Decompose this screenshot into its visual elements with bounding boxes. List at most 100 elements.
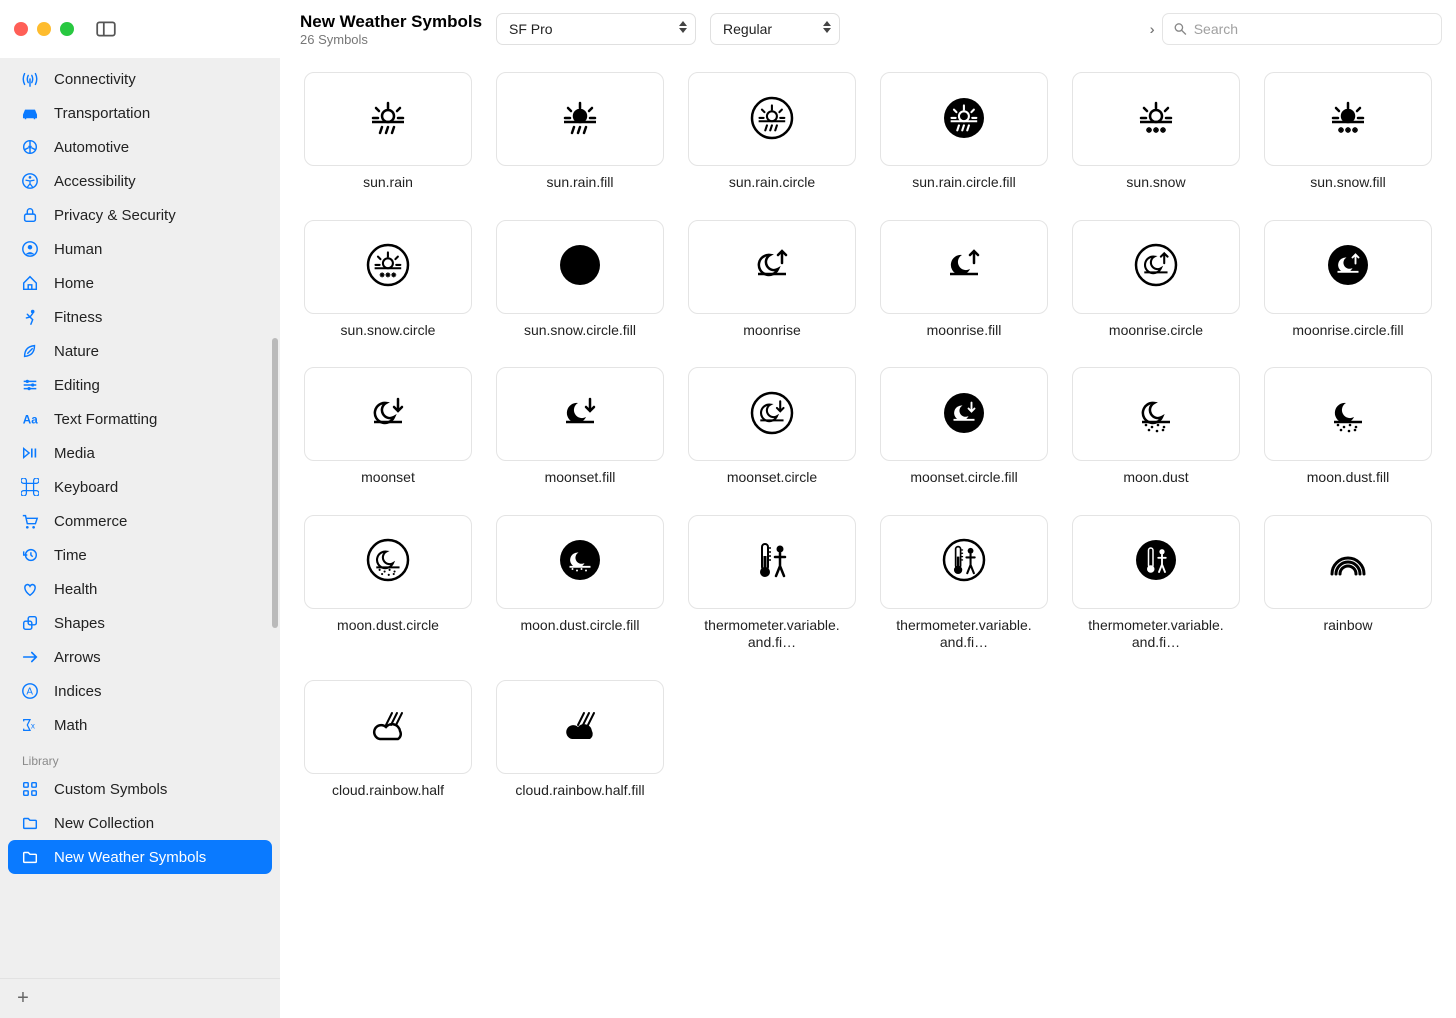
symbol-cell[interactable]: moon.​dust.​circle.​fill	[496, 515, 664, 652]
sidebar-item-math[interactable]: Math	[8, 708, 272, 742]
library-item-custom-symbols[interactable]: Custom Symbols	[8, 772, 272, 806]
symbol-tile[interactable]	[880, 515, 1048, 609]
symbol-cell[interactable]: moonset.​circle.​fill	[880, 367, 1048, 487]
symbol-tile[interactable]	[880, 72, 1048, 166]
symbol-tile[interactable]	[688, 515, 856, 609]
symbol-tile[interactable]	[688, 367, 856, 461]
sidebar-item-keyboard[interactable]: Keyboard	[8, 470, 272, 504]
symbol-tile[interactable]	[1072, 72, 1240, 166]
symbol-cell[interactable]: sun.​snow.​circle	[304, 220, 472, 340]
symbol-label: moonset	[313, 469, 463, 487]
symbol-cell[interactable]: moon.​dust	[1072, 367, 1240, 487]
symbol-cell[interactable]: sun.​snow.​fill	[1264, 72, 1432, 192]
symbol-tile[interactable]	[304, 220, 472, 314]
symbol-label: sun.​snow.​fill	[1273, 174, 1423, 192]
sidebar-item-media[interactable]: Media	[8, 436, 272, 470]
symbol-tile[interactable]	[496, 680, 664, 774]
sidebar-item-home[interactable]: Home	[8, 266, 272, 300]
symbol-tile[interactable]	[688, 72, 856, 166]
minimize-icon[interactable]	[37, 22, 51, 36]
symbol-cell[interactable]: sun.​rain	[304, 72, 472, 192]
symbol-cell[interactable]: moonrise.​circle	[1072, 220, 1240, 340]
sidebar-item-time[interactable]: Time	[8, 538, 272, 572]
symbol-tile[interactable]	[496, 220, 664, 314]
symbol-label: sun.​rain	[313, 174, 463, 192]
font-select[interactable]: SF Pro	[496, 13, 696, 45]
sidebar-item-automotive[interactable]: Automotive	[8, 130, 272, 164]
symbol-cell[interactable]: moon.​dust.​fill	[1264, 367, 1432, 487]
sidebar-toggle-button[interactable]	[92, 17, 120, 41]
sidebar-item-privacy-security[interactable]: Privacy & Security	[8, 198, 272, 232]
library-item-new-collection[interactable]: New Collection	[8, 806, 272, 840]
sidebar-item-label: Human	[54, 241, 102, 258]
sidebar-item-accessibility[interactable]: Accessibility	[8, 164, 272, 198]
weight-select[interactable]: Regular	[710, 13, 840, 45]
symbol-cell[interactable]: thermometer.​variable.​and.​fi…	[1072, 515, 1240, 652]
symbol-tile[interactable]	[496, 72, 664, 166]
sidebar-item-connectivity[interactable]: Connectivity	[8, 62, 272, 96]
sidebar-item-nature[interactable]: Nature	[8, 334, 272, 368]
symbol-label: thermometer.​variable.​and.​fi…	[889, 617, 1039, 652]
symbol-cell[interactable]: sun.​snow.​circle.​fill	[496, 220, 664, 340]
symbol-cell[interactable]: moon.​dust.​circle	[304, 515, 472, 652]
sidebar-item-human[interactable]: Human	[8, 232, 272, 266]
symbol-cell[interactable]: moonrise.​circle.​fill	[1264, 220, 1432, 340]
sidebar-item-label: Automotive	[54, 139, 129, 156]
close-icon[interactable]	[14, 22, 28, 36]
symbol-cell[interactable]: rainbow	[1264, 515, 1432, 652]
fullscreen-icon[interactable]	[60, 22, 74, 36]
symbol-cell[interactable]: sun.​snow	[1072, 72, 1240, 192]
sliders-icon	[20, 375, 40, 395]
symbol-tile[interactable]	[1264, 220, 1432, 314]
symbol-cell[interactable]: moonset.​fill	[496, 367, 664, 487]
sidebar-item-shapes[interactable]: Shapes	[8, 606, 272, 640]
symbol-cell[interactable]: moonset	[304, 367, 472, 487]
symbol-tile[interactable]	[1072, 220, 1240, 314]
add-collection-button[interactable]: +	[12, 987, 34, 1010]
scrollbar-thumb[interactable]	[272, 338, 278, 628]
sidebar-item-health[interactable]: Health	[8, 572, 272, 606]
sidebar-item-transportation[interactable]: Transportation	[8, 96, 272, 130]
symbol-cell[interactable]: moonrise	[688, 220, 856, 340]
sidebar-item-arrows[interactable]: Arrows	[8, 640, 272, 674]
symbol-cell[interactable]: moonset.​circle	[688, 367, 856, 487]
symbol-tile[interactable]	[1264, 367, 1432, 461]
symbol-tile[interactable]	[304, 367, 472, 461]
symbol-tile[interactable]	[304, 72, 472, 166]
sidebar-item-fitness[interactable]: Fitness	[8, 300, 272, 334]
symbol-tile[interactable]	[304, 680, 472, 774]
symbol-cell[interactable]: moonrise.​fill	[880, 220, 1048, 340]
sidebar-item-commerce[interactable]: Commerce	[8, 504, 272, 538]
window-traffic-lights[interactable]	[14, 22, 74, 36]
symbol-label: moon.​dust.​fill	[1273, 469, 1423, 487]
symbol-tile[interactable]	[1264, 515, 1432, 609]
folder-icon	[20, 813, 40, 833]
symbol-cell[interactable]: thermometer.​variable.​and.​fi…	[880, 515, 1048, 652]
symbol-tile[interactable]	[496, 367, 664, 461]
symbol-tile[interactable]	[1072, 367, 1240, 461]
symbol-tile[interactable]	[688, 220, 856, 314]
symbol-tile[interactable]	[1264, 72, 1432, 166]
font-select-value: SF Pro	[509, 21, 553, 37]
symbol-cell[interactable]: sun.​rain.​fill	[496, 72, 664, 192]
symbol-cell[interactable]: cloud.​rainbow.​half	[304, 680, 472, 800]
symbol-label: moonset.​fill	[505, 469, 655, 487]
symbol-cell[interactable]: sun.​rain.​circle.​fill	[880, 72, 1048, 192]
search-input[interactable]	[1194, 21, 1431, 37]
library-item-new-weather-symbols[interactable]: New Weather Symbols	[8, 840, 272, 874]
sidebar-item-text-formatting[interactable]: Text Formatting	[8, 402, 272, 436]
symbol-count: 26 Symbols	[300, 32, 482, 47]
search-field[interactable]	[1162, 13, 1442, 45]
symbol-tile[interactable]	[304, 515, 472, 609]
symbol-tile[interactable]	[880, 220, 1048, 314]
sidebar-item-label: Accessibility	[54, 173, 136, 190]
symbol-tile[interactable]	[880, 367, 1048, 461]
symbol-cell[interactable]: thermometer.​variable.​and.​fi…	[688, 515, 856, 652]
symbol-tile[interactable]	[496, 515, 664, 609]
symbol-cell[interactable]: sun.​rain.​circle	[688, 72, 856, 192]
symbol-tile[interactable]	[1072, 515, 1240, 609]
sidebar-item-indices[interactable]: Indices	[8, 674, 272, 708]
sidebar-item-editing[interactable]: Editing	[8, 368, 272, 402]
index-icon	[20, 681, 40, 701]
symbol-cell[interactable]: cloud.​rainbow.​half.​fill	[496, 680, 664, 800]
